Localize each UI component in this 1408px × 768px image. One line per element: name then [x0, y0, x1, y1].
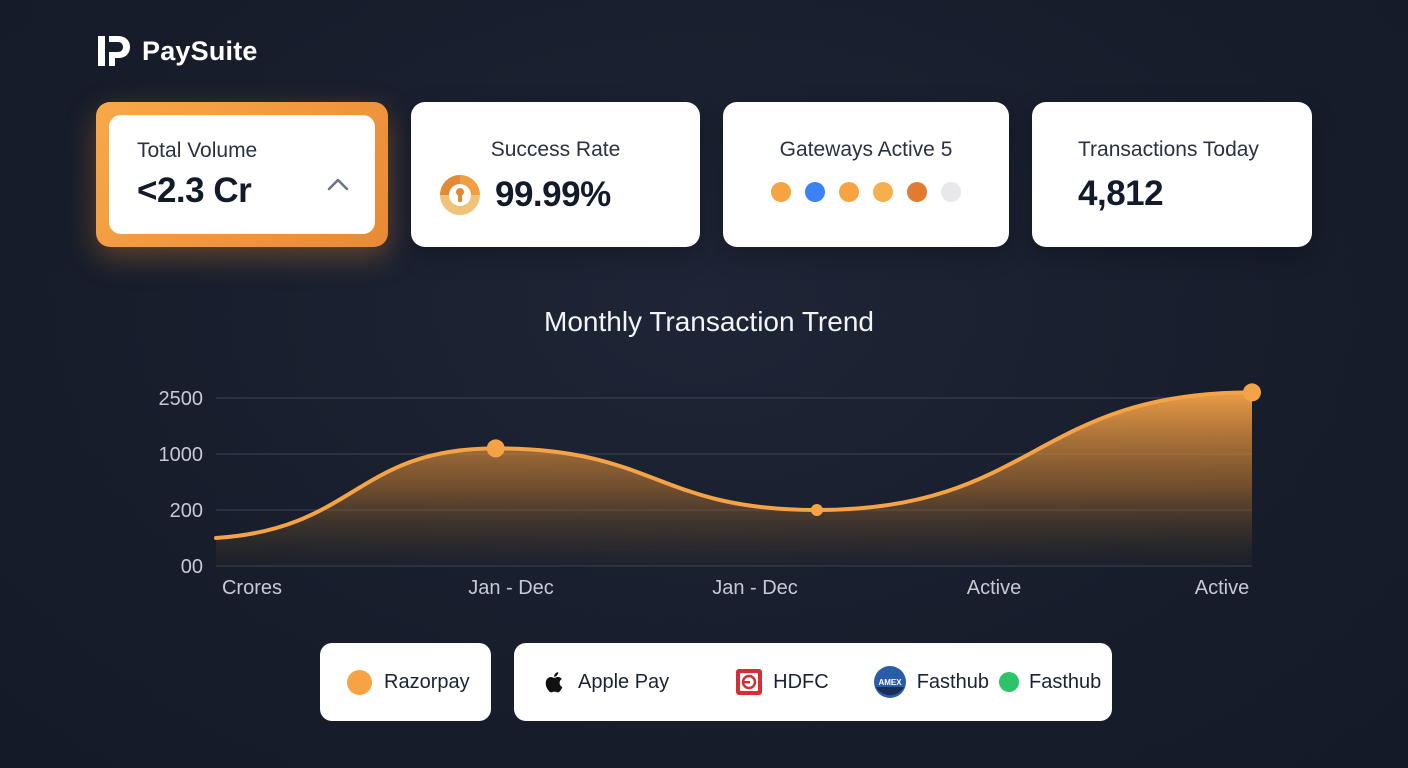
legend-item-apple-pay[interactable]: Apple Pay: [540, 668, 669, 696]
legend-item-fasthub-green[interactable]: Fasthub: [998, 670, 1102, 694]
x-tick-label: Crores: [222, 577, 282, 599]
x-tick-label: Jan - Dec: [712, 577, 798, 599]
legend-razorpay[interactable]: Razorpay: [320, 643, 491, 721]
legend-razorpay-label: Razorpay: [384, 670, 470, 693]
x-tick-label: Active: [1195, 577, 1249, 599]
hdfc-icon: [736, 669, 763, 695]
legend-item-label: Apple Pay: [578, 670, 670, 693]
legend-item-label: HDFC: [773, 670, 829, 693]
x-tick-label: Jan - Dec: [468, 577, 554, 599]
data-point[interactable]: [1243, 383, 1261, 402]
legend-item-hdfc[interactable]: HDFC: [735, 668, 829, 696]
amex-icon: AMEX: [873, 666, 906, 698]
amex-icon-text: AMEX: [878, 678, 902, 687]
razorpay-dot-icon: [347, 669, 372, 695]
legend-item-fasthub-amex[interactable]: AMEX Fasthub: [873, 665, 989, 699]
y-tick-label: 2500: [159, 388, 204, 410]
x-tick-label: Active: [967, 577, 1021, 599]
legend-item-label: Fasthub: [916, 670, 989, 693]
y-tick-label: 00: [181, 556, 203, 578]
y-tick-label: 1000: [159, 444, 204, 466]
data-point[interactable]: [486, 439, 505, 458]
y-tick-label: 200: [170, 500, 203, 522]
legend-gateways: Apple Pay HDFC AMEX Fasthub Fasthub: [514, 643, 1112, 721]
green-dot-icon: [998, 672, 1019, 692]
apple-icon: [545, 672, 563, 693]
legend-item-label: Fasthub: [1028, 670, 1102, 693]
data-point[interactable]: [810, 504, 823, 516]
